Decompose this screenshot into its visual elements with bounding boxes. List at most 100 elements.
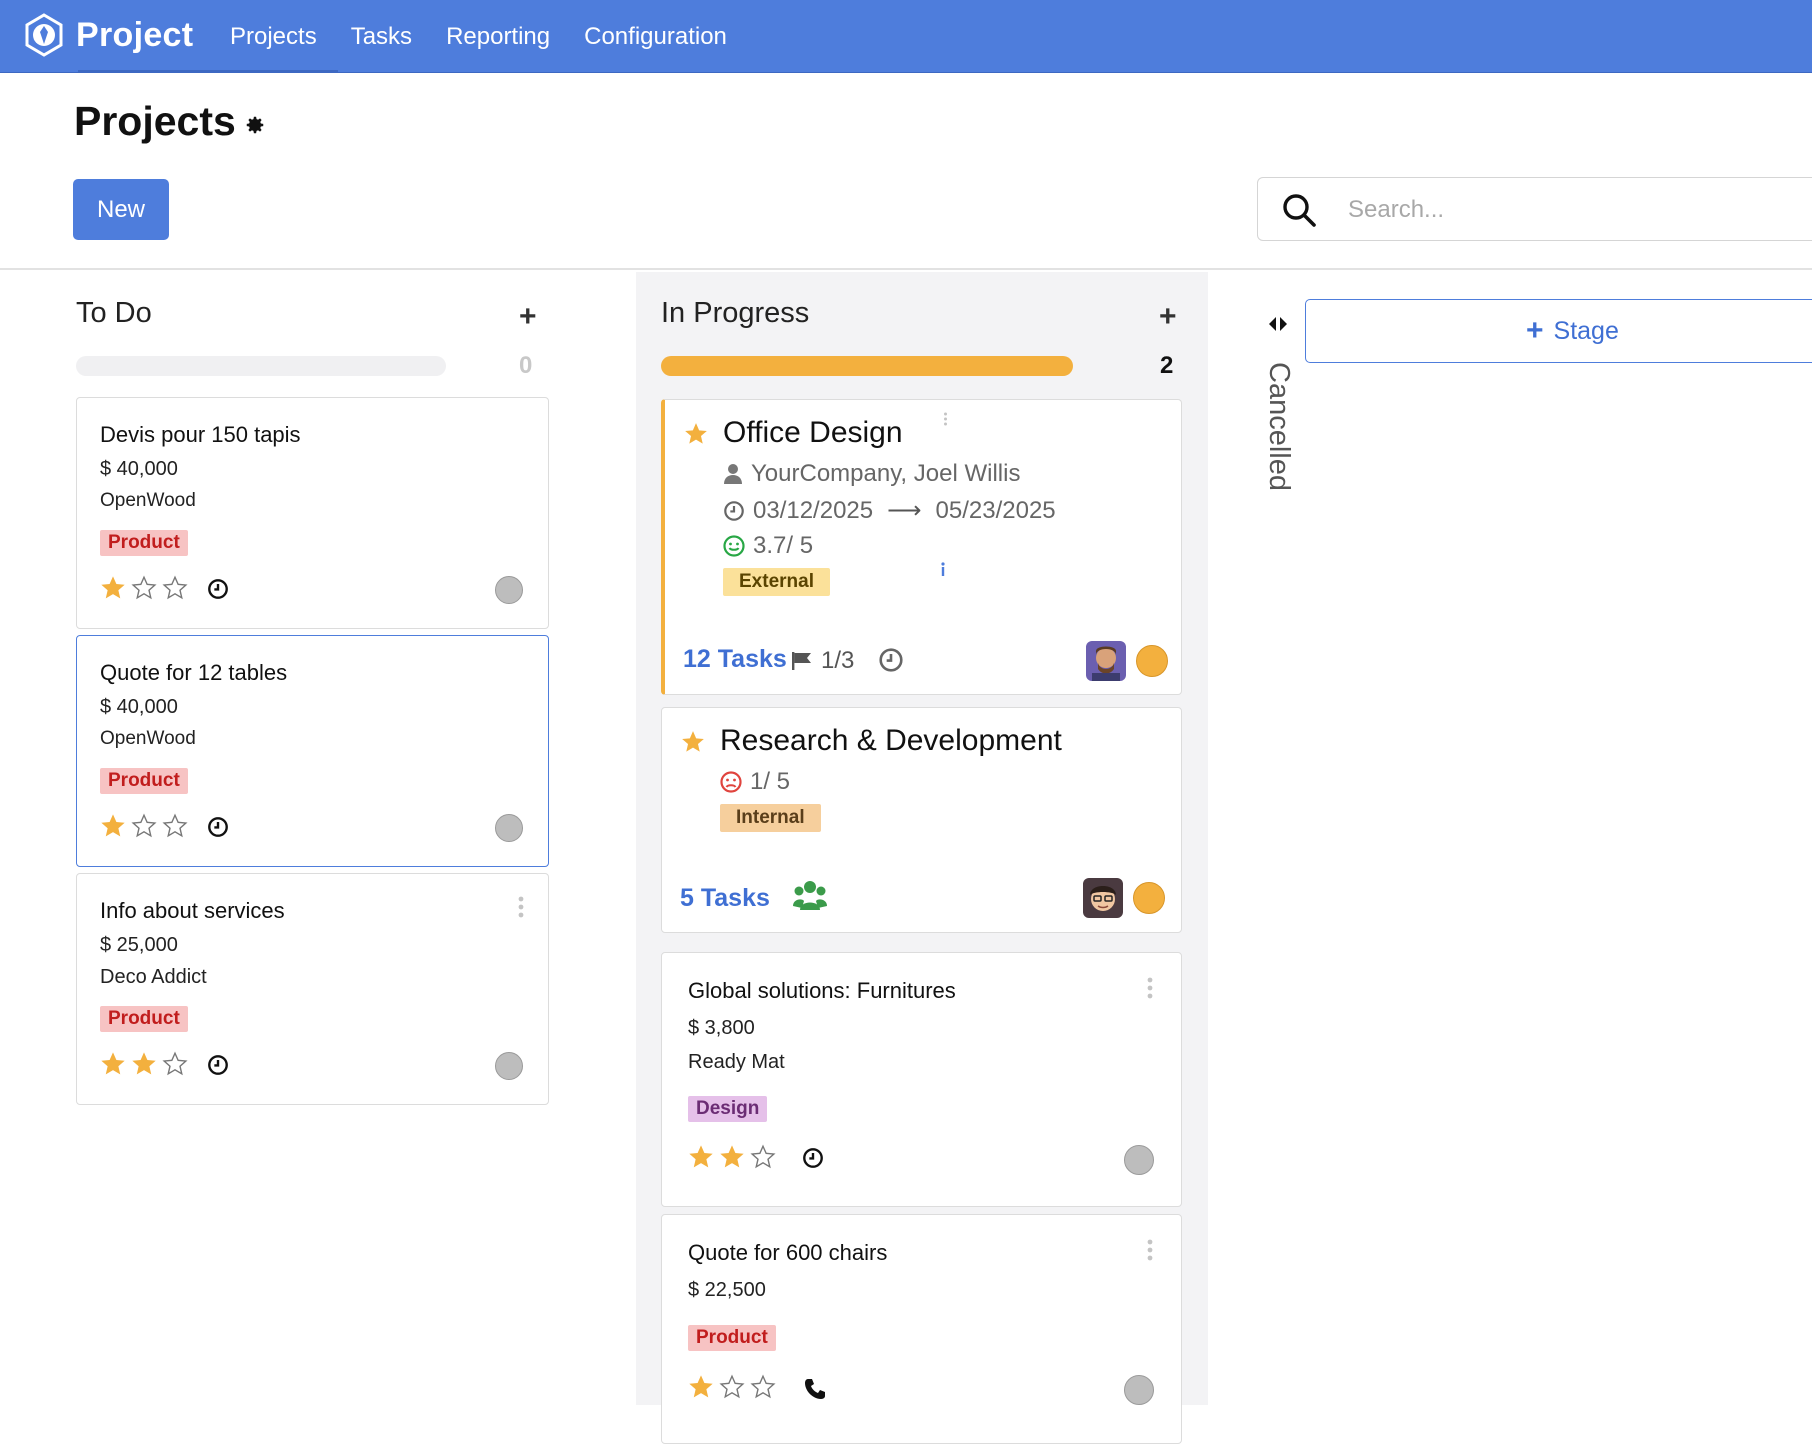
star-filled-icon[interactable] xyxy=(718,1143,746,1171)
star-filled-icon[interactable] xyxy=(130,1050,158,1078)
tasks-link[interactable]: 5 Tasks xyxy=(680,884,770,913)
project-customer: YourCompany, Joel Willis xyxy=(723,460,1020,488)
kanban-state-dot[interactable] xyxy=(1133,882,1165,914)
kanban-state-dot[interactable] xyxy=(495,1052,523,1080)
star-empty-icon[interactable] xyxy=(749,1143,777,1171)
card-menu-icon[interactable] xyxy=(517,896,525,918)
smile-icon xyxy=(723,535,745,557)
search-input[interactable] xyxy=(1348,190,1748,230)
kanban-state-dot[interactable] xyxy=(1136,645,1168,677)
card-partner: OpenWood xyxy=(100,490,196,511)
kanban-card[interactable]: Quote for 600 chairs $ 22,500 Product xyxy=(661,1214,1182,1444)
star-filled-icon[interactable] xyxy=(99,1050,127,1078)
priority-stars[interactable] xyxy=(99,812,192,840)
menu-tasks[interactable]: Tasks xyxy=(351,23,412,51)
add-stage-button[interactable]: + Stage xyxy=(1305,299,1812,363)
kanban-card[interactable]: Info about services $ 25,000 Deco Addict… xyxy=(76,873,549,1105)
star-filled-icon[interactable] xyxy=(99,574,127,602)
frown-icon xyxy=(720,771,742,793)
add-stage-label: Stage xyxy=(1553,316,1619,345)
tag-external: External xyxy=(723,568,830,596)
priority-stars[interactable] xyxy=(99,574,192,602)
milestones[interactable]: 1/3 xyxy=(791,647,854,675)
star-empty-icon[interactable] xyxy=(161,1050,189,1078)
tag-product: Product xyxy=(100,768,188,794)
flag-icon xyxy=(792,652,811,670)
search-icon[interactable] xyxy=(1281,192,1317,228)
followers-icon[interactable] xyxy=(793,880,827,912)
project-title: Research & Development xyxy=(720,724,1062,757)
priority-stars[interactable] xyxy=(687,1143,780,1171)
star-filled-icon[interactable] xyxy=(687,1143,715,1171)
activity-clock-icon[interactable] xyxy=(207,578,229,600)
priority-stars[interactable] xyxy=(99,1050,192,1078)
project-card[interactable]: Office Design YourCompany, Joel Willis 0… xyxy=(661,399,1182,695)
favorite-star-icon[interactable] xyxy=(680,729,706,755)
app-brand[interactable]: Project xyxy=(22,10,193,60)
star-empty-icon[interactable] xyxy=(161,812,189,840)
card-title: Devis pour 150 tapis xyxy=(100,422,301,447)
main-menu: Projects Tasks Reporting Configuration xyxy=(230,0,761,73)
menu-configuration[interactable]: Configuration xyxy=(584,23,727,51)
phone-icon[interactable] xyxy=(803,1377,827,1401)
user-icon xyxy=(724,464,742,484)
card-menu-icon[interactable] xyxy=(1146,1239,1154,1261)
menu-reporting[interactable]: Reporting xyxy=(446,23,550,51)
activity-clock-icon[interactable] xyxy=(878,647,904,673)
kanban-state-dot[interactable] xyxy=(495,576,523,604)
breadcrumb: Projects xyxy=(74,98,266,145)
search-bar xyxy=(1257,177,1812,241)
unfold-arrows-icon[interactable] xyxy=(1267,314,1289,334)
customer-name: YourCompany, Joel Willis xyxy=(751,460,1021,487)
quick-create-plus-icon[interactable]: + xyxy=(519,300,537,334)
priority-stars[interactable] xyxy=(687,1373,780,1401)
kanban-card[interactable]: Devis pour 150 tapis $ 40,000 OpenWood P… xyxy=(76,397,549,629)
quick-create-plus-icon[interactable]: + xyxy=(1159,300,1177,334)
star-filled-icon[interactable] xyxy=(99,812,127,840)
tag-internal: Internal xyxy=(720,804,821,832)
star-filled-icon[interactable] xyxy=(687,1373,715,1401)
card-menu-icon[interactable] xyxy=(1146,977,1154,999)
column-progressbar[interactable] xyxy=(76,356,446,376)
card-title: Quote for 12 tables xyxy=(100,660,288,685)
star-empty-icon[interactable] xyxy=(718,1373,746,1401)
activity-clock-icon[interactable] xyxy=(802,1147,824,1169)
kanban-state-dot[interactable] xyxy=(495,814,523,842)
column-progressbar[interactable] xyxy=(661,356,1073,376)
project-rating: 1/ 5 xyxy=(720,768,790,796)
star-empty-icon[interactable] xyxy=(130,574,158,602)
avatar[interactable] xyxy=(1083,878,1123,918)
kanban-column-todo: To Do + 0 Devis pour 150 tapis $ 40,000 … xyxy=(56,272,556,1405)
rating-value: 3.7/ 5 xyxy=(753,532,814,559)
tasks-link[interactable]: 12 Tasks xyxy=(683,645,787,674)
card-menu-icon[interactable] xyxy=(943,412,948,426)
avatar[interactable] xyxy=(1086,641,1126,681)
activity-clock-icon[interactable] xyxy=(207,816,229,838)
info-icon[interactable] xyxy=(941,562,945,576)
card-partner: OpenWood xyxy=(100,728,196,749)
kanban-card[interactable]: Global solutions: Furnitures $ 3,800 Rea… xyxy=(661,952,1182,1207)
kanban-state-dot[interactable] xyxy=(1124,1375,1154,1405)
arrow-right-icon: ⟶ xyxy=(887,497,922,524)
kanban-column-in-progress: In Progress + 2 Office Design YourCompan… xyxy=(636,272,1208,1444)
kanban-state-dot[interactable] xyxy=(1124,1145,1154,1175)
project-card[interactable]: Research & Development 1/ 5 Internal 5 T… xyxy=(661,707,1182,933)
gear-icon[interactable] xyxy=(244,114,266,136)
project-dates: 03/12/2025 ⟶ 05/23/2025 xyxy=(723,496,1056,525)
card-partner: Ready Mat xyxy=(688,1051,785,1073)
project-rating: 3.7/ 5 xyxy=(723,532,813,560)
column-title: To Do xyxy=(76,297,152,329)
star-empty-icon[interactable] xyxy=(749,1373,777,1401)
card-title: Quote for 600 chairs xyxy=(688,1240,888,1265)
menu-projects[interactable]: Projects xyxy=(230,23,317,51)
favorite-star-icon[interactable] xyxy=(683,421,709,447)
project-title: Office Design xyxy=(723,416,903,449)
top-navbar: Project Projects Tasks Reporting Configu… xyxy=(0,0,1812,73)
activity-clock-icon[interactable] xyxy=(207,1054,229,1076)
star-empty-icon[interactable] xyxy=(130,812,158,840)
kanban-card[interactable]: Quote for 12 tables $ 40,000 OpenWood Pr… xyxy=(76,635,549,867)
card-amount: $ 3,800 xyxy=(688,1017,755,1039)
column-title-cancelled[interactable]: Cancelled xyxy=(1262,362,1295,491)
star-empty-icon[interactable] xyxy=(161,574,189,602)
new-button[interactable]: New xyxy=(73,179,169,240)
